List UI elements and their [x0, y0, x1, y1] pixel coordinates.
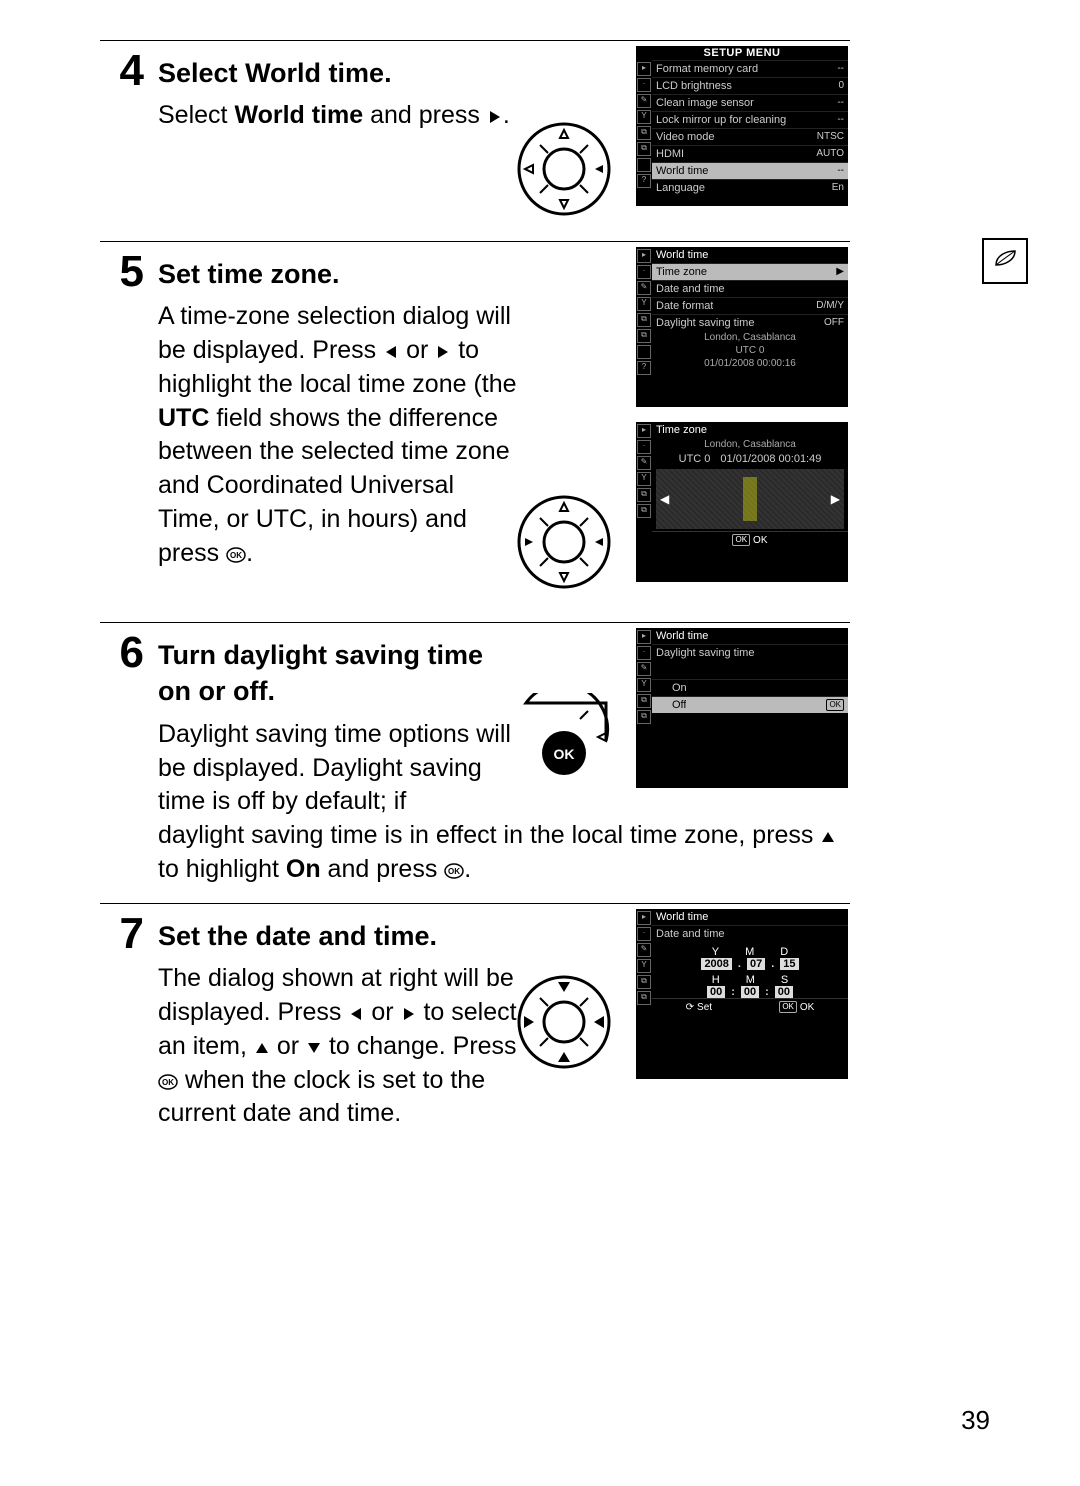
multi-selector-icon [516, 121, 612, 217]
lcd-icons-column: ▸·✎Y⧉⧉? [636, 60, 652, 206]
lcd-timezone-name: London, Casablanca [652, 438, 848, 451]
lcd-timestamp: 01/01/2008 00:00:16 [652, 357, 848, 370]
step-6: 6 Turn daylight saving time on or off. D… [100, 623, 850, 903]
step-4: 4 Select World time. Select World time a… [100, 41, 850, 241]
lcd-timezone-map: ▸·✎Y⧉⧉ Time zone London, Casablanca UTC … [636, 422, 848, 582]
lcd-utc: UTC 0 [652, 344, 848, 357]
lcd-worldtime-menu: ▸·✎Y⧉⧉? World time Time zone▶ Date and t… [636, 247, 848, 407]
lcd-setup-menu: SETUP MENU ▸·✎Y⧉⧉? Format memory card-- … [636, 46, 848, 206]
lcd-title: World time [656, 630, 708, 642]
ymd-values: 2008. 07. 15 [652, 958, 848, 970]
lcd-datetime: ▸·✎Y⧉⧉ World time Date and time Y M D 20… [636, 909, 848, 1079]
ok-badge: OK [826, 699, 844, 711]
multi-selector-icon [516, 974, 612, 1070]
svg-text:OK: OK [448, 867, 460, 876]
ok-selector-icon: OK [516, 693, 612, 789]
leaf-icon [993, 248, 1017, 274]
page-number: 39 [961, 1405, 990, 1436]
ok-hint: OKOK [779, 1001, 814, 1013]
step-number: 7 [100, 912, 148, 1172]
lcd-title: SETUP MENU [636, 46, 848, 60]
step-title: Turn daylight saving time on or off. [158, 637, 518, 710]
svg-text:OK: OK [554, 746, 575, 762]
left-arrow-icon: ◀ [660, 492, 669, 506]
right-arrow-icon [435, 344, 451, 360]
left-arrow-icon [383, 344, 399, 360]
ok-button-icon: OK [226, 547, 246, 563]
step-number: 4 [100, 49, 148, 229]
ok-button-icon: OK [158, 1074, 178, 1090]
lcd-title: World time [656, 911, 708, 923]
dst-on-option: On [672, 682, 687, 694]
lcd-title: Time zone [656, 424, 707, 436]
section-tab [982, 238, 1028, 284]
svg-text:OK: OK [230, 551, 242, 560]
dst-off-option: Off [672, 699, 686, 711]
lcd-subtitle: Daylight saving time [656, 647, 754, 659]
right-arrow-icon [401, 1006, 417, 1022]
step-number: 5 [100, 250, 148, 610]
hms-labels: H M S [652, 970, 848, 986]
step-text: Daylight saving time options will be dis… [158, 718, 518, 819]
step-text: The dialog shown at right will be displa… [158, 962, 518, 1131]
set-hint: ⟳Set [686, 1001, 712, 1013]
lcd-title: World time [656, 249, 708, 261]
step-text: A time-zone selection dialog will be dis… [158, 300, 518, 570]
right-arrow-icon: ▶ [831, 492, 840, 506]
lcd-timezone-name: London, Casablanca [652, 331, 848, 344]
step-number: 6 [100, 631, 148, 891]
hms-values: 00: 00: 00 [652, 986, 848, 998]
lcd-rows: Format memory card-- LCD brightness0 Cle… [652, 60, 848, 206]
lcd-dst-menu: ▸·✎Y⧉⧉ World time Daylight saving time O… [636, 628, 848, 788]
world-map-icon: ◀ ▶ [656, 469, 844, 529]
right-arrow-icon [487, 109, 503, 125]
multi-selector-icon [516, 494, 612, 590]
step-text: Select World time and press . [158, 99, 518, 133]
up-arrow-icon [820, 829, 836, 845]
up-arrow-icon [254, 1040, 270, 1056]
manual-page: 4 Select World time. Select World time a… [0, 0, 1080, 1486]
lcd-subtitle: Date and time [656, 928, 724, 940]
step-text-continued: daylight saving time is in effect in the… [158, 819, 850, 887]
ok-button-icon: OK [444, 863, 464, 879]
ymd-labels: Y M D [652, 942, 848, 958]
step-7: 7 Set the date and time. The dialog show… [100, 904, 850, 1184]
left-arrow-icon [348, 1006, 364, 1022]
down-arrow-icon [306, 1040, 322, 1056]
step-5: 5 Set time zone. A time-zone selection d… [100, 242, 850, 622]
svg-text:OK: OK [162, 1078, 174, 1087]
